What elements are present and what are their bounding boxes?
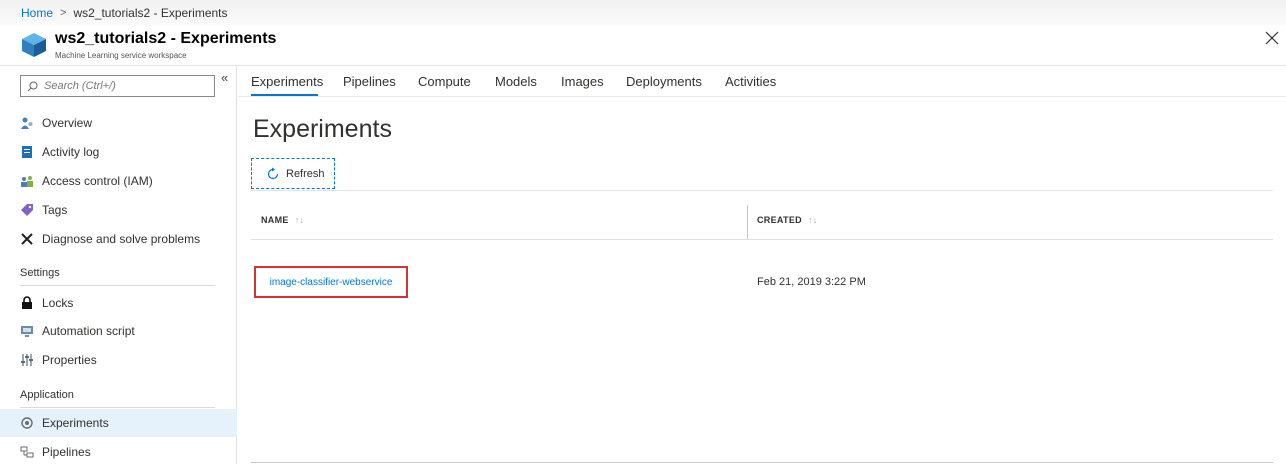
sidebar-item-diagnose[interactable]: Diagnose and solve problems <box>0 225 237 253</box>
column-header-created[interactable]: CREATED ↑↓ <box>757 215 818 225</box>
column-separator <box>747 205 748 239</box>
table-bottom-border <box>251 462 1273 463</box>
experiment-created-date: Feb 21, 2019 3:22 PM <box>757 276 866 288</box>
tab-bar: Experiments Pipelines Compute Models Ima… <box>238 66 1286 97</box>
main-title: Experiments <box>253 115 392 143</box>
automation-icon <box>20 324 34 338</box>
tab-models[interactable]: Models <box>495 74 537 89</box>
pipelines-icon <box>20 445 34 459</box>
toolbar-divider <box>251 190 1273 191</box>
sidebar-item-label: Pipelines <box>42 445 91 459</box>
sort-icon[interactable]: ↑↓ <box>808 215 818 225</box>
overview-icon <box>20 116 34 130</box>
sidebar: Search (Ctrl+/) « Overview Activity log … <box>0 66 237 464</box>
sidebar-item-label: Diagnose and solve problems <box>42 232 201 246</box>
refresh-icon <box>267 167 279 179</box>
sidebar-item-overview[interactable]: Overview <box>0 109 237 137</box>
page-subtitle: Machine Learning service workspace <box>55 51 187 60</box>
header-divider <box>251 239 1273 240</box>
properties-icon <box>20 353 34 367</box>
experiment-name-link[interactable]: image-classifier-webservice <box>254 266 408 298</box>
search-placeholder: Search (Ctrl+/) <box>44 80 116 92</box>
sidebar-item-label: Properties <box>42 353 97 367</box>
breadcrumb-home-link[interactable]: Home <box>21 6 53 20</box>
lock-icon <box>20 296 34 310</box>
tab-deployments[interactable]: Deployments <box>626 74 702 89</box>
sidebar-item-experiments[interactable]: Experiments <box>0 409 237 437</box>
tab-activities[interactable]: Activities <box>725 74 776 89</box>
search-input[interactable]: Search (Ctrl+/) <box>20 75 215 97</box>
tab-experiments[interactable]: Experiments <box>251 74 323 89</box>
page-title: ws2_tutorials2 - Experiments <box>55 30 277 47</box>
tab-images[interactable]: Images <box>561 74 604 89</box>
sidebar-item-label: Experiments <box>42 416 109 430</box>
sidebar-item-label: Automation script <box>42 324 135 338</box>
search-icon <box>27 81 38 91</box>
experiments-icon <box>20 416 34 430</box>
active-tab-indicator <box>251 94 318 96</box>
section-header-settings: Settings <box>20 267 215 286</box>
ml-workspace-logo-icon <box>22 33 46 57</box>
sidebar-item-automation-script[interactable]: Automation script <box>0 317 237 345</box>
sidebar-item-label: Tags <box>42 203 68 217</box>
sidebar-item-label: Overview <box>42 116 93 130</box>
sidebar-item-label: Access control (IAM) <box>42 174 153 188</box>
refresh-label: Refresh <box>286 167 325 180</box>
sidebar-item-activity-log[interactable]: Activity log <box>0 138 237 166</box>
sort-icon[interactable]: ↑↓ <box>295 215 305 225</box>
collapse-sidebar-button[interactable]: « <box>221 70 228 85</box>
sidebar-item-locks[interactable]: Locks <box>0 289 237 317</box>
wrench-icon <box>20 232 34 246</box>
page-header: ws2_tutorials2 - Experiments Machine Lea… <box>0 25 1286 66</box>
sidebar-item-label: Locks <box>42 296 74 310</box>
tab-pipelines[interactable]: Pipelines <box>343 74 396 89</box>
iam-icon <box>20 174 34 188</box>
breadcrumb-separator: > <box>60 6 67 19</box>
section-header-application: Application <box>20 389 215 408</box>
sidebar-item-properties[interactable]: Properties <box>0 346 237 374</box>
tab-compute[interactable]: Compute <box>418 74 471 89</box>
sidebar-item-access-control[interactable]: Access control (IAM) <box>0 167 237 195</box>
activity-log-icon <box>20 145 34 159</box>
sidebar-item-tags[interactable]: Tags <box>0 196 237 224</box>
breadcrumb-current: ws2_tutorials2 - Experiments <box>73 5 228 20</box>
column-header-name[interactable]: NAME ↑↓ <box>261 215 304 225</box>
sidebar-item-pipelines[interactable]: Pipelines <box>0 438 237 464</box>
breadcrumb: Home > ws2_tutorials2 - Experiments <box>0 0 1286 25</box>
sidebar-item-label: Activity log <box>42 145 100 159</box>
refresh-button[interactable]: Refresh <box>251 158 335 189</box>
tag-icon <box>20 203 34 217</box>
close-icon[interactable] <box>1265 31 1279 45</box>
